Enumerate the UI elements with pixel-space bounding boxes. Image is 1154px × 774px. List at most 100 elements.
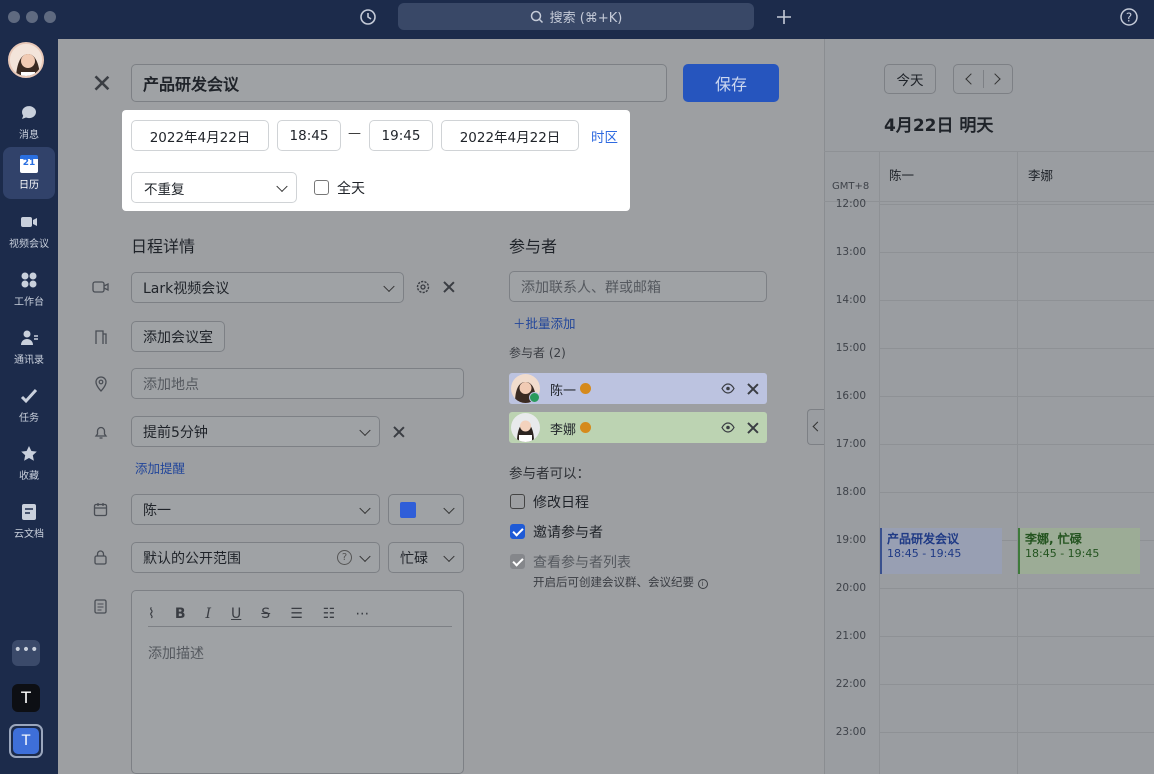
details-heading: 日程详情 <box>131 237 196 256</box>
gear-icon[interactable] <box>415 279 431 295</box>
hour-line <box>880 444 1154 445</box>
allday-checkbox[interactable] <box>314 180 329 195</box>
bulk-add-link[interactable]: ＋批量添加 <box>513 313 576 332</box>
remove-attendee-icon[interactable] <box>747 422 759 434</box>
reminder-select[interactable]: 提前5分钟 <box>131 416 380 447</box>
search-bar[interactable]: 搜索 (⌘+K) <box>398 3 754 30</box>
calendar-owner-select[interactable]: 陈一 <box>131 494 380 525</box>
permission-invite-label: 邀请参与者 <box>533 525 603 541</box>
help-icon[interactable]: ? <box>337 550 352 565</box>
window-minimize-dot[interactable] <box>26 11 38 23</box>
attendee-name: 陈一 <box>550 384 577 399</box>
avatar <box>511 413 540 442</box>
event-title: 李娜, 忙碌 <box>1025 532 1082 546</box>
hour-line <box>880 204 1154 205</box>
sidebar-item-messages[interactable]: 消息 <box>3 96 55 148</box>
busy-value: 忙碌 <box>400 550 428 567</box>
attendee-row[interactable]: 陈一 <box>509 373 767 404</box>
permissions-heading: 参与者可以： <box>509 466 590 482</box>
strikethrough-icon[interactable]: S <box>261 606 270 622</box>
attachment-icon[interactable]: ⌇ <box>148 606 155 622</box>
video-meeting-select[interactable]: Lark视频会议 <box>131 272 404 303</box>
sidebar-item-contacts[interactable]: 通讯录 <box>3 321 55 373</box>
workplace-icon <box>21 272 37 288</box>
sidebar-item-calendar[interactable]: 21 日历 <box>3 147 55 199</box>
description-icon <box>94 599 107 614</box>
plus-icon[interactable] <box>775 8 793 26</box>
hour-label: 16:00 <box>835 390 866 402</box>
permission-view-label: 查看参与者列表 <box>533 555 631 571</box>
sidebar-item-workplace[interactable]: 工作台 <box>3 263 55 315</box>
underline-icon[interactable]: U <box>231 606 241 622</box>
start-date-input[interactable]: 2022年4月22日 <box>131 120 269 151</box>
ordered-list-icon[interactable]: ☷ <box>323 606 336 622</box>
sidebar-item-label: 收藏 <box>19 471 39 482</box>
date-nav <box>953 64 1013 94</box>
calendar-event[interactable]: 产品研发会议 18:45 - 19:45 <box>880 528 1002 574</box>
calendar-event[interactable]: 李娜, 忙碌 18:45 - 19:45 <box>1018 528 1140 574</box>
task-icon <box>20 388 38 404</box>
window-zoom-dot[interactable] <box>44 11 56 23</box>
italic-icon[interactable]: I <box>206 606 212 622</box>
sidebar-item-docs[interactable]: 云文档 <box>3 495 55 547</box>
bold-icon[interactable]: B <box>175 606 186 622</box>
today-button[interactable]: 今天 <box>884 64 936 94</box>
eye-icon[interactable] <box>721 383 735 394</box>
hour-line <box>880 732 1154 733</box>
bullet-list-icon[interactable]: ☰ <box>290 606 303 622</box>
hour-label: 21:00 <box>835 630 866 642</box>
hour-label: 18:00 <box>835 486 866 498</box>
remove-reminder-icon[interactable] <box>393 426 405 438</box>
description-editor[interactable]: ⌇ B I U S ☰ ☷ ⋯ 添加描述 <box>131 590 464 774</box>
divider-icon[interactable]: ⋯ <box>355 606 369 622</box>
message-icon <box>21 106 36 119</box>
close-icon[interactable] <box>94 75 110 91</box>
history-icon[interactable] <box>358 7 378 27</box>
attendee-input[interactable]: 添加联系人、群或邮箱 <box>509 271 767 302</box>
busy-select[interactable]: 忙碌 <box>388 542 464 573</box>
more-apps-icon[interactable]: ••• <box>12 640 40 666</box>
allday-label: 全天 <box>337 181 365 197</box>
collapse-pane-button[interactable] <box>807 409 824 445</box>
permission-invite-checkbox[interactable] <box>510 524 525 539</box>
hour-label: 22:00 <box>835 678 866 690</box>
current-tenant[interactable]: T <box>9 724 43 758</box>
event-time: 18:45 - 19:45 <box>1025 547 1100 560</box>
next-day-icon[interactable] <box>989 73 1001 85</box>
info-icon[interactable]: i <box>697 579 708 589</box>
sidebar-item-video[interactable]: 视频会议 <box>3 205 55 257</box>
hour-label: 14:00 <box>835 294 866 306</box>
color-swatch <box>400 501 416 518</box>
add-room-button[interactable]: 添加会议室 <box>131 321 225 352</box>
video-meeting-value: Lark视频会议 <box>143 280 230 297</box>
end-time-input[interactable]: 19:45 <box>369 120 433 151</box>
sidebar-item-label: 消息 <box>19 130 39 141</box>
sidebar-item-favorites[interactable]: 收藏 <box>3 437 55 489</box>
end-date-input[interactable]: 2022年4月22日 <box>441 120 579 151</box>
visibility-select[interactable]: 默认的公开范围? <box>131 542 380 573</box>
remove-attendee-icon[interactable] <box>747 383 759 395</box>
sidebar-item-tasks[interactable]: 任务 <box>3 379 55 431</box>
hour-line <box>880 300 1154 301</box>
hour-label: 20:00 <box>835 582 866 594</box>
eye-icon[interactable] <box>721 422 735 433</box>
add-reminder-link[interactable]: 添加提醒 <box>135 458 185 477</box>
star-icon <box>21 446 37 461</box>
timezone-link[interactable]: 时区 <box>591 126 618 146</box>
prev-day-icon[interactable] <box>965 73 977 85</box>
tenant-icon[interactable]: T <box>12 684 40 712</box>
start-time-input[interactable]: 18:45 <box>277 120 341 151</box>
time-range-dash: — <box>348 126 361 141</box>
repeat-select[interactable]: 不重复 <box>131 172 297 203</box>
help-icon[interactable]: ? <box>1119 7 1139 27</box>
location-input[interactable]: 添加地点 <box>131 368 464 399</box>
calendar-color-select[interactable] <box>388 494 464 525</box>
save-button[interactable]: 保存 <box>683 64 779 102</box>
avatar[interactable] <box>8 42 44 78</box>
attendee-row[interactable]: 李娜 <box>509 412 767 443</box>
remove-video-icon[interactable] <box>443 281 455 293</box>
hour-line <box>880 396 1154 397</box>
permission-edit-checkbox[interactable] <box>510 494 525 509</box>
window-close-dot[interactable] <box>8 11 20 23</box>
event-title-input[interactable]: 产品研发会议 <box>131 64 667 102</box>
